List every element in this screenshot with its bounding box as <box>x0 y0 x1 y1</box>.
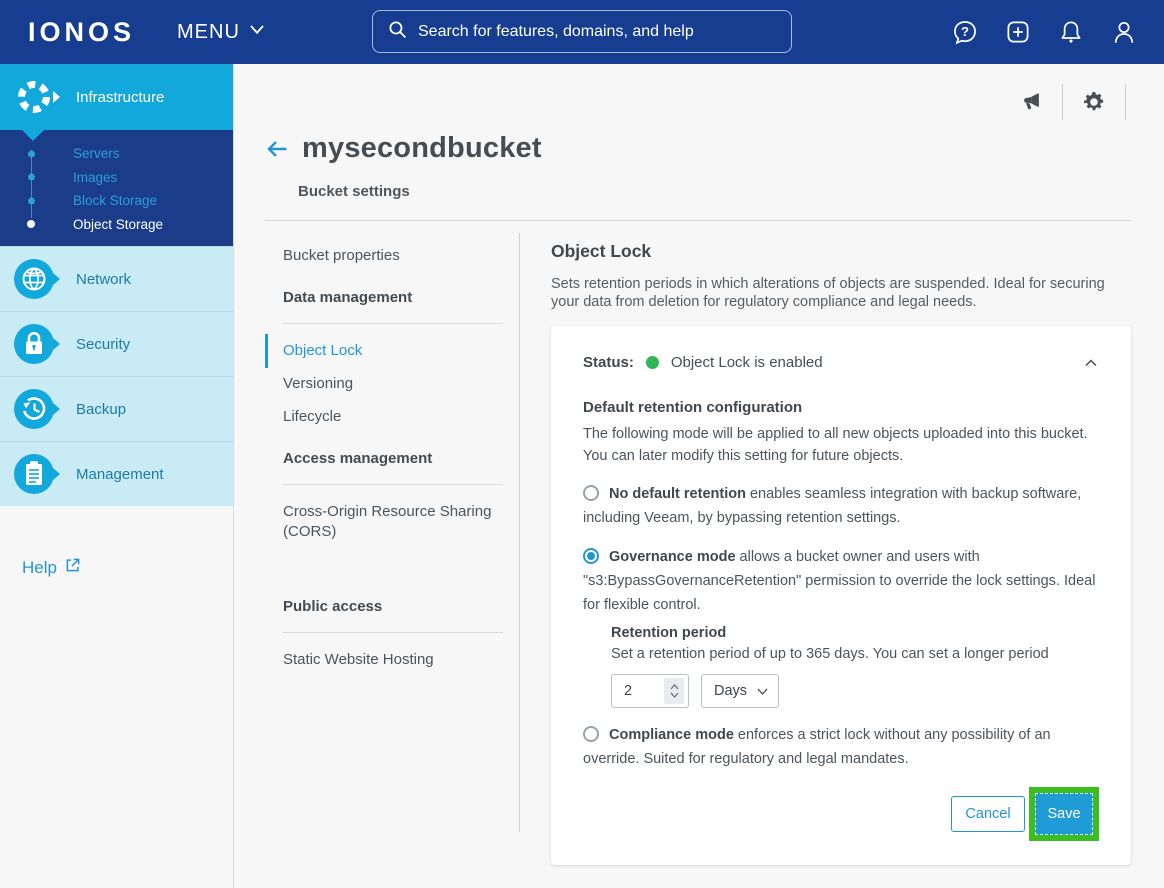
status-label: Status: <box>583 354 634 371</box>
cancel-button[interactable]: Cancel <box>951 796 1025 832</box>
search-input[interactable]: Search for features, domains, and help <box>372 10 792 53</box>
network-icon <box>14 259 54 299</box>
option-name: No default retention <box>609 486 746 502</box>
section-title: Default retention configuration <box>583 399 1099 416</box>
sidebar-item-label: Network <box>76 271 131 288</box>
content-divider <box>519 233 520 832</box>
option-no-default-retention: No default retention enables seamless in… <box>583 482 1099 530</box>
backup-clock-icon <box>14 389 54 429</box>
retention-period-block: Retention period Set a retention period … <box>611 625 1099 708</box>
object-lock-panel: Object Lock Sets retention periods in wh… <box>551 221 1131 865</box>
topbar-icons: ? <box>951 0 1138 64</box>
lock-icon <box>14 324 54 364</box>
bell-icon[interactable] <box>1057 18 1085 46</box>
sidebar-item-label: Backup <box>76 401 126 418</box>
object-lock-card: Status: Object Lock is enabled Default r… <box>551 326 1131 865</box>
help-link[interactable]: Help <box>22 556 82 579</box>
sidebar-subitem-servers[interactable]: Servers <box>0 142 233 166</box>
select-chevron-icon <box>757 688 768 695</box>
page-actions <box>1009 82 1135 122</box>
status-row: Status: Object Lock is enabled <box>583 354 1099 371</box>
section-description: The following mode will be applied to al… <box>583 423 1099 467</box>
nav-item-static-website-hosting[interactable]: Static Website Hosting <box>265 650 519 670</box>
infrastructure-icon <box>14 77 54 117</box>
radio-compliance-mode[interactable] <box>583 726 599 742</box>
user-icon[interactable] <box>1110 18 1138 46</box>
gear-icon[interactable] <box>1082 90 1106 114</box>
option-name: Compliance mode <box>609 727 734 743</box>
sidebar-item-network[interactable]: Network <box>0 246 233 311</box>
search-icon <box>387 19 408 45</box>
page-subtitle: Bucket settings <box>298 183 1164 200</box>
number-stepper[interactable] <box>664 678 684 704</box>
svg-text:?: ? <box>961 24 969 39</box>
sidebar-subitem-object-storage[interactable]: Object Storage <box>0 213 233 237</box>
ionos-logo[interactable]: IONOS <box>28 17 135 48</box>
nav-header-data-management: Data management <box>283 289 503 324</box>
retention-unit: Days <box>702 683 757 699</box>
retention-value: 2 <box>612 683 664 699</box>
status-dot-enabled <box>646 356 659 369</box>
menu-label: MENU <box>177 21 240 44</box>
radio-governance-mode[interactable] <box>583 548 599 564</box>
infrastructure-submenu: Servers Images Block Storage Object Stor… <box>0 130 233 246</box>
status-text: Object Lock is enabled <box>671 354 823 371</box>
button-row: Cancel Save <box>583 787 1099 841</box>
collapse-chevron-icon[interactable] <box>1083 355 1099 371</box>
retention-unit-select[interactable]: Days <box>701 674 779 708</box>
settings-nav: Bucket properties Data management Object… <box>265 221 519 865</box>
sidebar-item-label: Infrastructure <box>76 89 164 106</box>
sidebar-item-security[interactable]: Security <box>0 311 233 376</box>
actions-separator <box>1062 84 1063 120</box>
nav-item-object-lock[interactable]: Object Lock <box>265 341 519 361</box>
search-placeholder: Search for features, domains, and help <box>418 23 694 41</box>
add-icon[interactable] <box>1004 18 1032 46</box>
actions-separator <box>1125 84 1126 120</box>
panel-description: Sets retention periods in which alterati… <box>551 275 1131 311</box>
nav-item-versioning[interactable]: Versioning <box>265 374 519 394</box>
page: IONOS MENU Search for features, domains,… <box>0 0 1164 888</box>
option-name: Governance mode <box>609 549 736 565</box>
external-link-icon <box>64 556 82 579</box>
panel-title: Object Lock <box>551 241 1131 262</box>
save-button-highlight: Save <box>1029 787 1099 841</box>
nav-header-access-management: Access management <box>283 450 503 485</box>
sidebar-item-management[interactable]: Management <box>0 441 233 506</box>
chevron-down-icon <box>248 20 266 44</box>
nav-item-cors[interactable]: Cross-Origin Resource Sharing (CORS) <box>265 502 519 542</box>
megaphone-icon[interactable] <box>1019 90 1043 114</box>
back-arrow-icon[interactable] <box>265 137 289 161</box>
radio-no-default-retention[interactable] <box>583 485 599 501</box>
help-label: Help <box>22 558 57 578</box>
nav-item-lifecycle[interactable]: Lifecycle <box>265 407 519 427</box>
sidebar: Infrastructure Servers Images Block Stor… <box>0 64 233 888</box>
sidebar-item-infrastructure[interactable]: Infrastructure <box>0 64 233 130</box>
retention-period-label: Retention period <box>611 625 1099 641</box>
sidebar-subitem-block-storage[interactable]: Block Storage <box>0 189 233 213</box>
sidebar-item-label: Management <box>76 466 164 483</box>
save-button[interactable]: Save <box>1035 793 1093 835</box>
retention-value-input[interactable]: 2 <box>611 674 689 708</box>
nav-item-bucket-properties[interactable]: Bucket properties <box>265 246 519 266</box>
nav-header-public-access: Public access <box>283 598 503 633</box>
main-content: mysecondbucket Bucket settings Bucket pr… <box>234 64 1164 888</box>
retention-period-description: Set a retention period of up to 365 days… <box>611 646 1099 662</box>
sidebar-subitem-images[interactable]: Images <box>0 166 233 190</box>
menu-button[interactable]: MENU <box>177 20 266 44</box>
option-compliance-mode: Compliance mode enforces a strict lock w… <box>583 723 1099 771</box>
clipboard-icon <box>14 454 54 494</box>
top-bar: IONOS MENU Search for features, domains,… <box>0 0 1164 64</box>
help-bubble-icon[interactable]: ? <box>951 18 979 46</box>
sidebar-item-label: Security <box>76 336 130 353</box>
option-governance-mode: Governance mode allows a bucket owner an… <box>583 545 1099 617</box>
page-title: mysecondbucket <box>302 132 542 165</box>
sidebar-item-backup[interactable]: Backup <box>0 376 233 441</box>
